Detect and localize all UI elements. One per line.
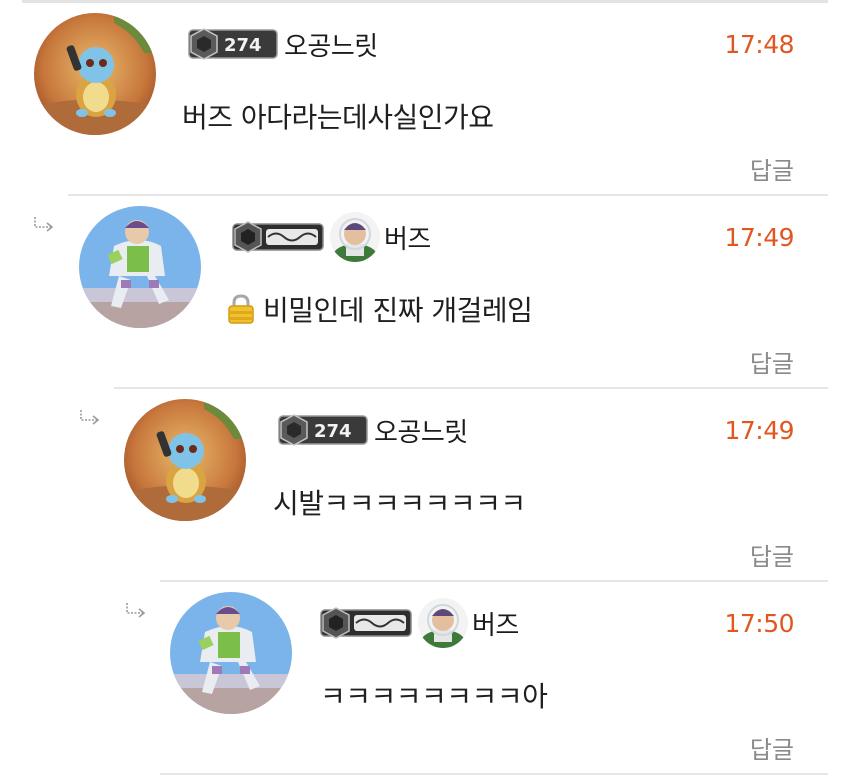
comment-item: 274 오공느릿 17:49 시발ㅋㅋㅋㅋㅋㅋㅋㅋ 답글 [80,389,850,582]
level-number: 274 [224,35,262,56]
username[interactable]: 오공느릿 [284,26,378,63]
reply-arrow-icon [124,602,150,618]
username[interactable]: 버즈 [472,605,519,642]
comment-text-body: ㅋㅋㅋㅋㅋㅋㅋㅋ아 [320,680,548,713]
comment-text: 비밀인데 진짜 개걸레임 [227,289,533,329]
timestamp: 17:49 [724,223,794,252]
comment-text-body: 비밀인데 진짜 개걸레임 [263,294,533,327]
user-avatar[interactable] [34,13,156,135]
user-avatar[interactable] [79,206,201,328]
level-badge [232,220,324,254]
comment-text-body: 시발ㅋㅋㅋㅋㅋㅋㅋㅋ [273,487,526,520]
reply-arrow-icon [32,216,58,232]
timestamp: 17:50 [724,609,794,638]
user-avatar[interactable] [124,399,246,521]
level-badge: 274 [278,413,368,447]
comment-text: 시발ㅋㅋㅋㅋㅋㅋㅋㅋ [273,482,526,522]
reply-button[interactable]: 답글 [750,730,794,765]
mini-avatar [418,598,468,648]
mini-avatar [330,212,380,262]
level-badge: 274 [188,27,278,61]
comment-text: ㅋㅋㅋㅋㅋㅋㅋㅋ아 [320,675,548,715]
comment-header: 버즈 [320,598,519,648]
reply-arrow-icon [78,409,104,425]
comment-item: 274 오공느릿 17:48 버즈 아다라는데사실인가요 답글 [22,3,850,196]
timestamp: 17:48 [724,30,794,59]
timestamp: 17:49 [724,416,794,445]
comment-header: 274 오공느릿 [278,409,468,451]
level-badge [320,606,412,640]
level-number: 274 [314,421,352,442]
reply-button[interactable]: 답글 [750,344,794,379]
username[interactable]: 버즈 [384,219,431,256]
lock-icon [227,294,255,324]
comment-text: 버즈 아다라는데사실인가요 [182,96,494,136]
comment-item: 버즈 17:49 비밀인데 진짜 개걸레임 답글 [34,196,850,389]
comment-header: 버즈 [232,212,431,262]
user-avatar[interactable] [170,592,292,714]
reply-button[interactable]: 답글 [750,537,794,572]
comment-text-body: 버즈 아다라는데사실인가요 [182,101,494,134]
username[interactable]: 오공느릿 [374,412,468,449]
reply-button[interactable]: 답글 [750,151,794,186]
comment-header: 274 오공느릿 [188,23,378,65]
comment-divider [160,773,828,775]
comment-item: 버즈 17:50 ㅋㅋㅋㅋㅋㅋㅋㅋ아 답글 [126,582,850,775]
